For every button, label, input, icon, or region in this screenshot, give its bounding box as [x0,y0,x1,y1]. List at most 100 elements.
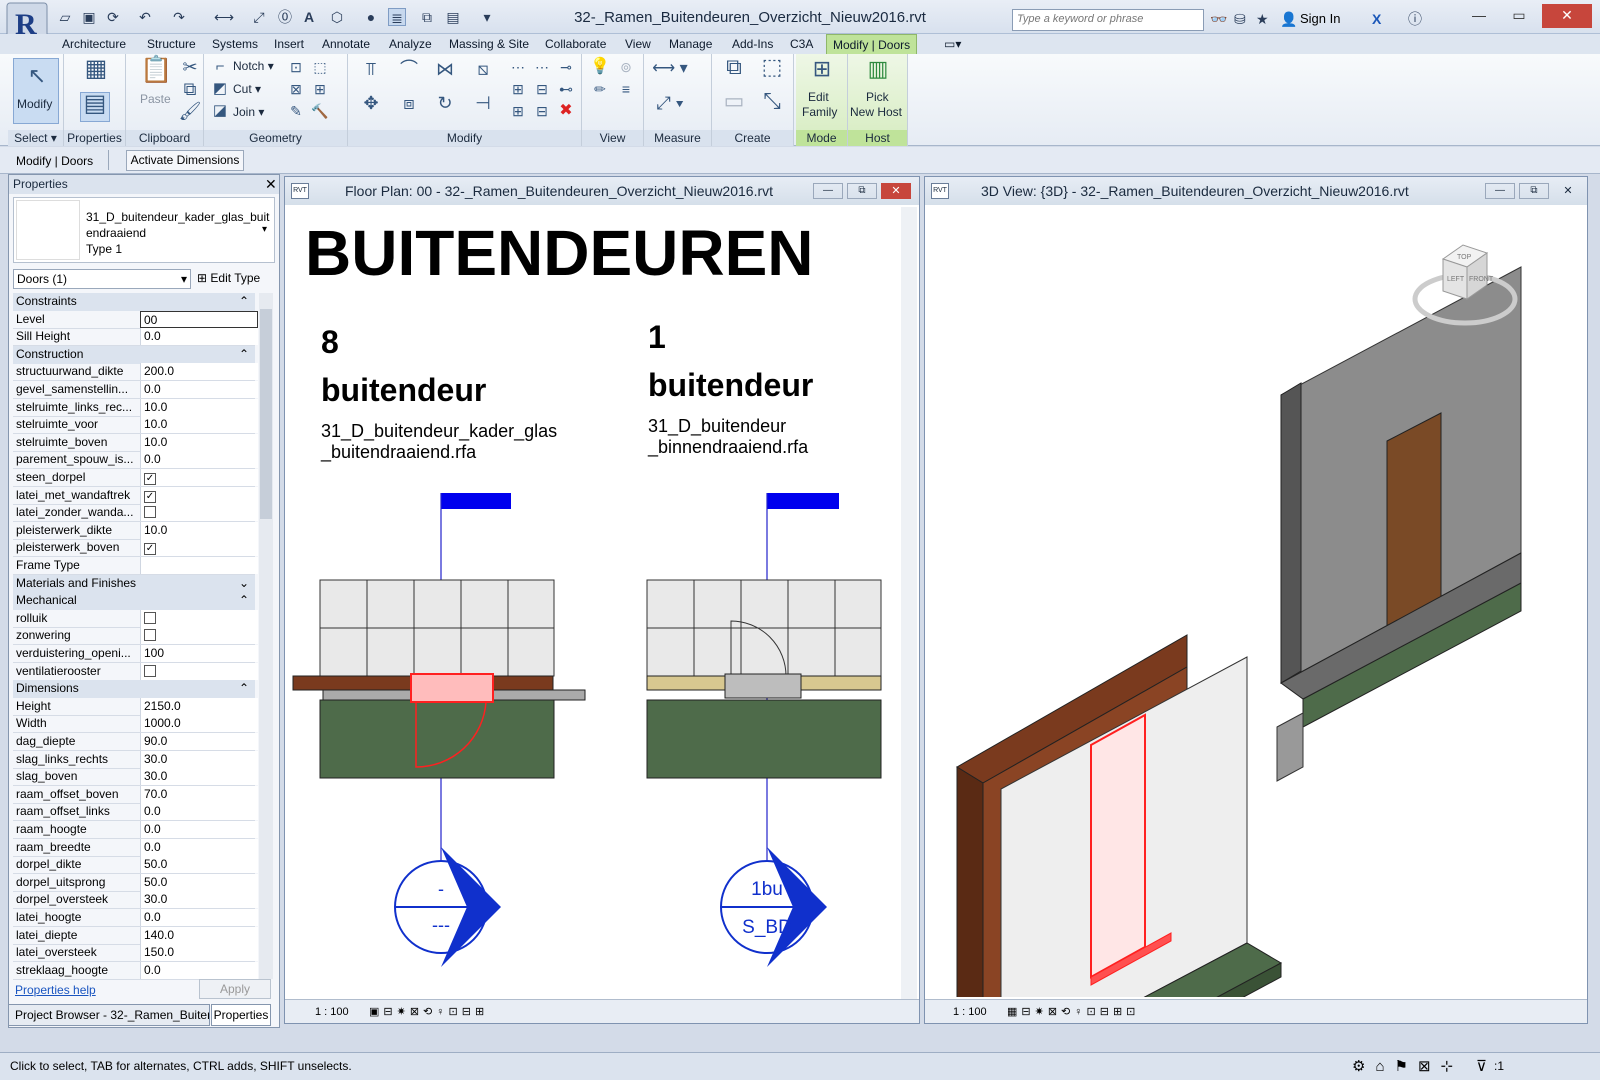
mirror-draw-icon[interactable]: ⧅ [468,58,498,86]
property-row[interactable]: latei_diepte 140.0 [13,926,258,945]
property-value[interactable]: 50.0 [140,873,258,891]
pick-label-1[interactable]: Pick [866,90,889,104]
create-group-icon[interactable]: ▭ [718,90,750,120]
property-value[interactable]: 0.0 [140,961,258,979]
dimension-icon[interactable]: ⤢ [250,8,268,26]
cut-scissors-icon[interactable]: ✂ [178,56,202,78]
properties-scrollbar[interactable] [259,293,273,979]
property-row[interactable]: streklaag_hoogte 0.0 [13,961,258,980]
property-value[interactable] [140,557,258,574]
paste-icon[interactable]: 📋 [140,56,172,88]
property-value[interactable]: 10.0 [140,521,258,539]
cut-button[interactable]: Cut ▾ [233,82,261,96]
category-dimensions[interactable]: Dimensions ⌃ [13,680,255,699]
property-checkbox[interactable] [144,611,156,624]
property-row[interactable]: latei_oversteek 150.0 [13,944,258,963]
search-input[interactable]: Type a keyword or phrase [1012,9,1204,31]
property-value[interactable]: 1000.0 [140,715,258,733]
unpin-icon[interactable]: ⊷ [554,78,578,100]
tab-collaborate[interactable]: Collaborate [539,34,612,54]
properties-palette-icon[interactable]: ▤ [80,92,110,122]
property-row[interactable]: stelruimte_voor 10.0 [13,416,258,435]
close-button[interactable]: ✕ [1542,4,1592,28]
property-value[interactable]: ✓ [140,539,258,557]
exchange-apps-icon[interactable]: X [1372,10,1381,28]
switch-windows-icon[interactable]: ▤ [444,8,462,26]
close-hidden-icon[interactable]: ⧉ [418,8,436,26]
collapse-icon[interactable]: ⌃ [239,293,249,310]
property-value[interactable]: 30.0 [140,750,258,768]
left-door-selected[interactable] [410,673,494,703]
property-row[interactable]: latei_met_wandaftrek ✓ [13,486,258,505]
copy-icon[interactable]: ⧉ [178,78,202,100]
property-checkbox[interactable]: ✓ [144,543,156,556]
split-gap-icon[interactable]: ⋯ [530,56,554,78]
trim-multiple-icon[interactable]: ⊞ [506,100,530,122]
property-row[interactable]: pleisterwerk_dikte 10.0 [13,521,258,540]
property-value[interactable] [140,609,258,627]
create-similar-icon[interactable]: ⤡ [756,90,788,120]
mirror-axis-icon[interactable]: ⋈ [430,58,460,86]
left-door-plan-detail[interactable]: - --- [292,493,586,967]
tab-manage[interactable]: Manage [663,34,718,54]
reveal-icon[interactable]: ⊚ [614,56,638,78]
delete-icon[interactable]: ✖ [554,100,578,122]
property-row[interactable]: dorpel_oversteek 30.0 [13,891,258,910]
property-row[interactable]: raam_breedte 0.0 [13,838,258,857]
property-row[interactable]: dag_diepte 90.0 [13,733,258,751]
property-value[interactable]: 200.0 [140,363,258,381]
property-row[interactable]: raam_hoogte 0.0 [13,821,258,839]
offset-icon[interactable]: ⌒ [394,58,424,86]
3d-scale[interactable]: 1 : 100 [953,1000,987,1024]
property-checkbox[interactable] [144,629,156,642]
property-value[interactable]: 0.0 [140,909,258,926]
tab-c3a[interactable]: C3A [784,34,819,54]
property-row[interactable]: Height 2150.0 [13,697,258,716]
property-checkbox[interactable]: ✓ [144,473,156,485]
floor-plan-canvas[interactable]: BUITENDEUREN 8 buitendeur 31_D_buitendeu… [291,207,901,997]
trim-single-icon[interactable]: ⊟ [530,100,554,122]
property-value[interactable]: ✓ [140,486,258,504]
tag-icon[interactable]: ⓪ [276,8,294,26]
select-dropdown[interactable]: Select ▾ [8,130,63,146]
type-dropdown-icon[interactable]: ▾ [262,224,267,235]
selection-toggle-icons[interactable]: ⚙⌂⚑⊠⊹ [1352,1057,1463,1075]
subscription-icon[interactable]: ⛁ [1234,10,1246,28]
thin-lines-icon[interactable]: ≣ [388,8,406,26]
trim-extend-icon[interactable]: ⊣ [468,92,498,120]
property-value[interactable]: 2150.0 [140,697,258,715]
property-value[interactable]: 10.0 [140,398,258,416]
property-value[interactable]: 90.0 [140,733,258,750]
property-row[interactable]: parement_spouw_is... 0.0 [13,451,258,470]
apply-button[interactable]: Apply [199,979,271,999]
paint-icon[interactable]: ⊠ [284,78,308,100]
tab-structure[interactable]: Structure [141,34,202,54]
property-value[interactable]: ✓ [140,469,258,486]
property-value[interactable]: 10.0 [140,433,258,451]
rotate-icon[interactable]: ↻ [430,92,460,120]
view-close-button[interactable]: ✕ [1553,183,1583,199]
property-row[interactable]: verduistering_openi... 100 [13,645,258,663]
property-row[interactable]: Frame Type [13,557,258,575]
property-row[interactable]: stelruimte_links_rec... 10.0 [13,398,258,417]
binoculars-icon[interactable]: 👓 [1210,10,1227,28]
activate-dimensions-button[interactable]: Activate Dimensions [126,150,244,171]
sync-icon[interactable]: ⟳ [104,8,122,26]
measure-icon[interactable]: ⟷ [214,8,234,26]
3d-canvas[interactable]: TOP LEFT FRONT [931,207,1571,997]
minimize-button[interactable]: — [1460,4,1498,28]
linework-icon[interactable]: ≡ [614,78,638,100]
view-minimize-button[interactable]: — [813,183,843,199]
help-icon[interactable]: ⓘ [1408,10,1422,28]
property-row[interactable]: Width 1000.0 [13,715,258,734]
customize-qat-icon[interactable]: ▾ [478,8,496,26]
tab-massing-site[interactable]: Massing & Site [443,34,535,54]
property-row[interactable]: raam_offset_boven 70.0 [13,785,258,804]
3d-view-control-icons[interactable]: ▦⊟✷⊠⟲♀⊡⊟⊞⊡ [1007,1000,1139,1024]
sign-in-button[interactable]: Sign In [1300,11,1340,26]
tab-modify-doors[interactable]: Modify | Doors [826,34,918,54]
property-value[interactable]: 0.0 [140,838,258,856]
remove-paint-icon[interactable]: ✎ [284,100,308,122]
property-row[interactable]: dorpel_uitsprong 50.0 [13,873,258,892]
property-row[interactable]: pleisterwerk_boven ✓ [13,539,258,558]
